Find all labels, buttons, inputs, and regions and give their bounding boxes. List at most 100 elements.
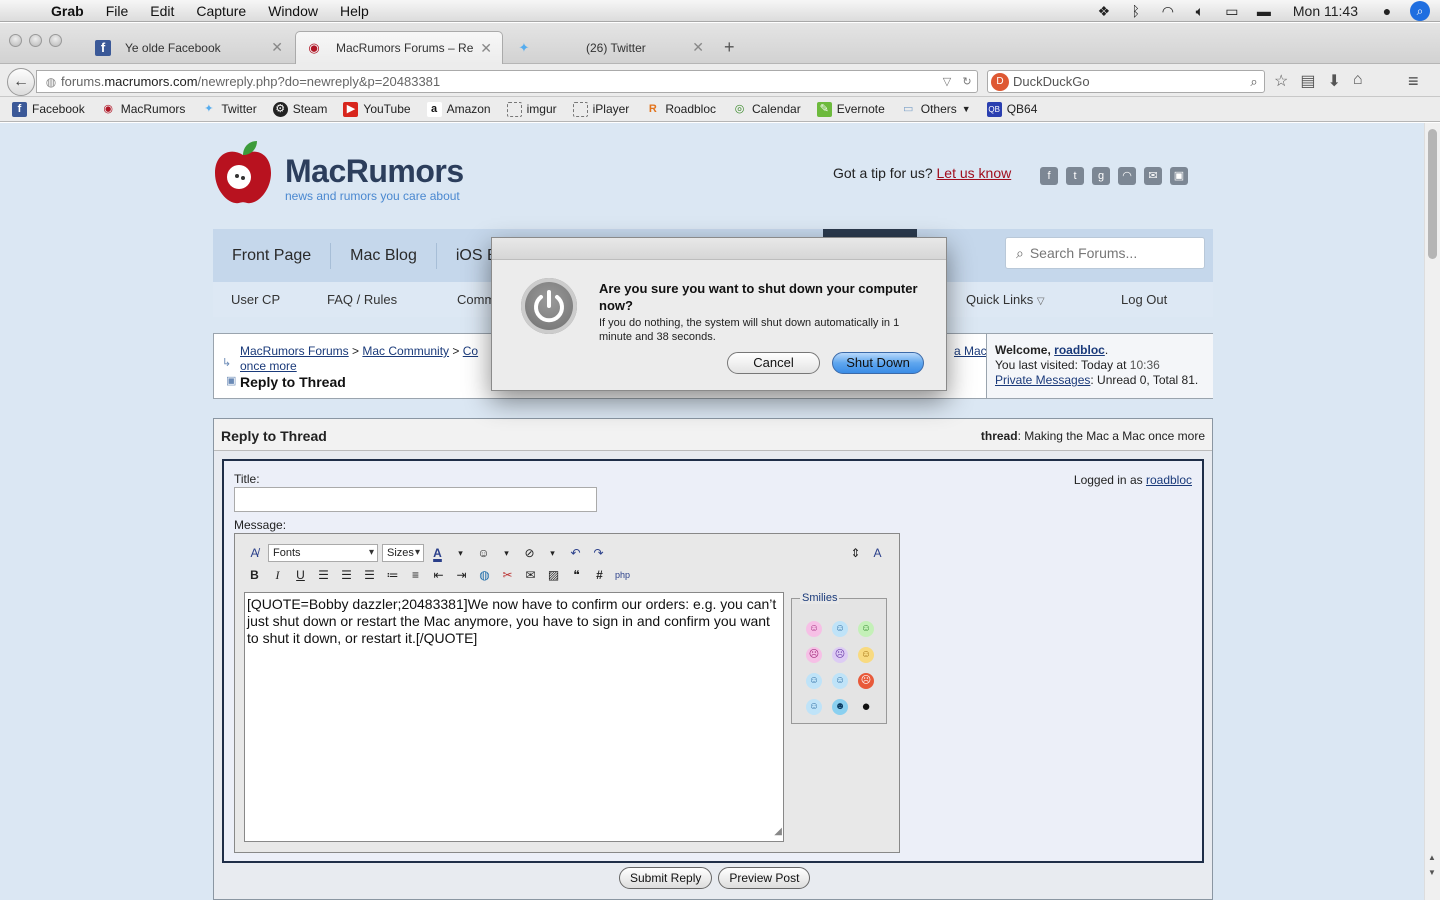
text-color-icon[interactable]: A: [428, 544, 447, 562]
home-icon[interactable]: ⌂: [1353, 71, 1363, 91]
unordered-list-icon[interactable]: ≡: [406, 566, 425, 584]
menu-window[interactable]: Window: [257, 3, 329, 19]
subnav-faq-rules[interactable]: FAQ / Rules: [327, 292, 397, 307]
remove-format-icon[interactable]: A̸: [245, 544, 264, 562]
bookmark-iplayer[interactable]: iPlayer: [572, 101, 629, 117]
close-tab-icon[interactable]: ✕: [480, 40, 492, 57]
bookmark-qb64[interactable]: QB QB64: [986, 101, 1037, 117]
breadcrumb-subforum-link[interactable]: Co: [463, 344, 478, 358]
bookmark-star-icon[interactable]: ☆: [1274, 71, 1288, 91]
resize-handle-icon[interactable]: ◢: [774, 823, 782, 840]
scrollbar-thumb[interactable]: [1428, 129, 1437, 259]
subnav-quick-links[interactable]: Quick Links ▽: [966, 292, 1045, 307]
new-tab-icon[interactable]: +: [724, 37, 735, 58]
chevron-down-icon[interactable]: ▾: [497, 544, 516, 562]
breadcrumb-community-link[interactable]: Mac Community: [362, 344, 449, 358]
let-us-know-link[interactable]: Let us know: [937, 165, 1012, 181]
breadcrumb-forums-link[interactable]: MacRumors Forums: [240, 344, 349, 358]
smiley-smile-icon[interactable]: ☺: [832, 621, 848, 637]
url-dropdown-icon[interactable]: ▽: [937, 75, 957, 88]
insert-quote-icon[interactable]: ❝: [567, 566, 586, 584]
bookmark-twitter[interactable]: ✦ Twitter: [201, 102, 256, 117]
outdent-icon[interactable]: ⇤: [429, 566, 448, 584]
align-left-icon[interactable]: ☰: [314, 566, 333, 584]
smiley-neutral-icon[interactable]: ☺: [858, 647, 874, 663]
breadcrumb-thread-link[interactable]: a Mac: [954, 344, 987, 358]
align-center-icon[interactable]: ☰: [337, 566, 356, 584]
insert-link-icon[interactable]: ◍: [475, 566, 494, 584]
bookmark-macrumors[interactable]: ◉ MacRumors: [101, 102, 185, 117]
close-tab-icon[interactable]: ✕: [271, 39, 283, 56]
smiley-tongue-icon[interactable]: ☺: [806, 621, 822, 637]
menu-help[interactable]: Help: [329, 3, 380, 19]
google-plus-icon[interactable]: g: [1092, 167, 1110, 185]
reload-icon[interactable]: ↻: [957, 75, 977, 88]
insert-email-icon[interactable]: ✉: [521, 566, 540, 584]
align-right-icon[interactable]: ☰: [360, 566, 379, 584]
smiley-sad-icon[interactable]: ☹: [806, 647, 822, 663]
font-select[interactable]: Fonts: [268, 544, 378, 562]
bookmark-youtube[interactable]: ▶ YouTube: [343, 101, 411, 117]
cancel-button[interactable]: Cancel: [727, 352, 820, 374]
resize-editor-icon[interactable]: ⇕: [846, 544, 865, 562]
site-logo[interactable]: MacRumors news and rumors you care about: [213, 135, 473, 210]
message-text[interactable]: [QUOTE=Bobby dazzler;20483381]We now hav…: [247, 596, 776, 646]
size-select[interactable]: Sizes: [382, 544, 424, 562]
bookmarks-list-icon[interactable]: ▤: [1300, 71, 1315, 91]
subnav-community[interactable]: Comm: [457, 292, 495, 307]
indent-icon[interactable]: ⇥: [452, 566, 471, 584]
url-text[interactable]: forums.macrumors.com/newreply.php?do=new…: [61, 74, 937, 89]
menu-clock[interactable]: Mon 11:43: [1293, 3, 1358, 19]
user-icon[interactable]: ●: [1378, 3, 1396, 19]
spotlight-search-icon[interactable]: ⌕: [1410, 1, 1430, 21]
rss-icon[interactable]: ◠: [1118, 167, 1136, 185]
hamburger-menu-icon[interactable]: ≡: [1408, 71, 1419, 92]
facebook-icon[interactable]: f: [1040, 167, 1058, 185]
forum-search-input[interactable]: ⌕ Search Forums...: [1005, 237, 1205, 269]
smiley-eek-icon[interactable]: ☺: [806, 673, 822, 689]
insert-image-icon[interactable]: ▨: [544, 566, 563, 584]
redo-icon[interactable]: ↷: [589, 544, 608, 562]
tab-twitter[interactable]: ✦ (26) Twitter ✕: [506, 31, 714, 64]
bookmark-facebook[interactable]: f Facebook: [12, 101, 85, 117]
private-messages-link[interactable]: Private Messages: [995, 373, 1090, 387]
username-link[interactable]: roadbloc: [1054, 343, 1105, 357]
tab-macrumors[interactable]: ◉ MacRumors Forums – Rep... ✕: [295, 31, 503, 64]
battery-icon[interactable]: ▭: [1223, 3, 1241, 20]
nav-mac-blog[interactable]: Mac Blog: [331, 242, 437, 269]
url-bar[interactable]: ◍ forums.macrumors.com/newreply.php?do=n…: [36, 70, 978, 93]
smiley-wink-icon[interactable]: ☺: [806, 699, 822, 715]
dropbox-icon[interactable]: ❖: [1095, 3, 1113, 20]
downloads-icon[interactable]: ⬇: [1327, 71, 1340, 91]
back-icon[interactable]: ←: [7, 68, 35, 96]
scroll-up-icon[interactable]: ▲: [1428, 853, 1436, 862]
switch-editor-mode-icon[interactable]: A: [868, 544, 887, 562]
subnav-log-out[interactable]: Log Out: [1121, 292, 1167, 307]
insert-php-icon[interactable]: php: [613, 566, 632, 584]
chevron-down-icon[interactable]: ▾: [543, 544, 562, 562]
submit-reply-button[interactable]: Submit Reply: [619, 867, 713, 889]
notification-icon[interactable]: ▣: [1170, 167, 1188, 185]
bold-icon[interactable]: B: [245, 566, 264, 584]
underline-icon[interactable]: U: [291, 566, 310, 584]
search-icon[interactable]: ⌕: [1244, 74, 1264, 90]
nav-front-page[interactable]: Front Page: [213, 242, 332, 269]
window-close-button[interactable]: [9, 34, 22, 47]
mail-icon[interactable]: ✉: [1144, 167, 1162, 185]
remove-link-icon[interactable]: ✂: [498, 566, 517, 584]
scroll-down-icon[interactable]: ▼: [1428, 868, 1436, 877]
keyboard-icon[interactable]: ▬: [1255, 3, 1273, 19]
logged-in-user-link[interactable]: roadbloc: [1146, 473, 1192, 487]
bookmark-steam[interactable]: ⚙ Steam: [272, 101, 327, 117]
bookmark-calendar[interactable]: ◎ Calendar: [732, 102, 801, 117]
breadcrumb-thread-link-continued[interactable]: once more: [240, 359, 297, 373]
insert-code-icon[interactable]: #: [590, 566, 609, 584]
close-tab-icon[interactable]: ✕: [692, 39, 704, 56]
bookmark-imgur[interactable]: imgur: [506, 101, 557, 117]
bookmark-roadbloc[interactable]: R Roadbloc: [645, 102, 716, 117]
smiley-apple-icon[interactable]: ●: [858, 699, 874, 715]
smiley-surprised-icon[interactable]: ☺: [832, 673, 848, 689]
volume-icon[interactable]: 🔈︎: [1191, 3, 1209, 20]
window-minimize-button[interactable]: [29, 34, 42, 47]
twitter-icon[interactable]: t: [1066, 167, 1084, 185]
